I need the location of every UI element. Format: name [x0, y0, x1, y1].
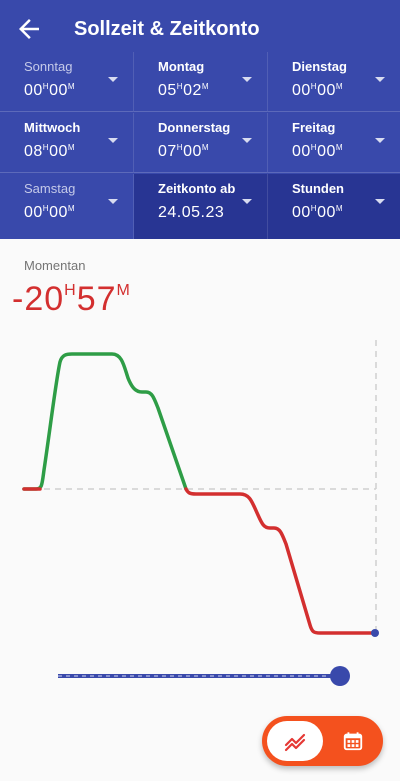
stunden-value: 00H00M — [292, 204, 344, 221]
day-label: Freitag — [292, 120, 336, 135]
balance-line-negative — [22, 487, 376, 635]
dropdown-arrow-icon — [242, 77, 252, 82]
day-select-dienstag[interactable]: Dienstag 00H00M — [268, 52, 400, 112]
zeitkonto-start-select[interactable]: Zeitkonto ab 24.05.23 — [134, 174, 268, 239]
zeitkonto-label: Zeitkonto ab — [158, 181, 236, 196]
back-arrow-icon[interactable] — [14, 14, 44, 44]
stunden-select[interactable]: Stunden 00H00M — [268, 174, 400, 239]
day-value: 08H00M — [24, 143, 76, 160]
dropdown-arrow-icon — [108, 199, 118, 204]
time-range-slider[interactable] — [0, 655, 400, 695]
day-label: Mittwoch — [24, 120, 81, 135]
stunden-label: Stunden — [292, 181, 344, 196]
day-select-sonntag[interactable]: Sonntag 00H00M — [0, 52, 134, 112]
day-select-freitag[interactable]: Freitag 00H00M — [268, 113, 400, 173]
day-label: Donnerstag — [158, 120, 231, 135]
slider-thumb — [330, 666, 350, 686]
balance-chart — [22, 340, 379, 637]
calendar-view-button[interactable] — [328, 721, 378, 761]
dropdown-arrow-icon — [242, 199, 252, 204]
dropdown-arrow-icon — [375, 138, 385, 143]
weekday-grid: Sonntag 00H00M Montag 05H02M Dienstag 00… — [0, 52, 400, 239]
day-value: 05H02M — [158, 82, 210, 99]
day-select-samstag[interactable]: Samstag 00H00M — [0, 174, 134, 239]
chart-view-button[interactable] — [267, 721, 323, 761]
dropdown-arrow-icon — [375, 77, 385, 82]
page-title: Sollzeit & Zeitkonto — [74, 18, 260, 40]
balance-line-positive — [22, 352, 188, 491]
momentan-label: Momentan — [24, 258, 86, 273]
day-label: Montag — [158, 59, 205, 74]
app-bar: Sollzeit & Zeitkonto — [0, 0, 400, 60]
dropdown-arrow-icon — [108, 138, 118, 143]
trend-icon — [284, 733, 306, 752]
view-toggle — [262, 716, 383, 766]
day-label: Dienstag — [292, 59, 347, 74]
dropdown-arrow-icon — [242, 138, 252, 143]
day-value: 07H00M — [158, 143, 210, 160]
day-label: Sonntag — [24, 59, 73, 74]
zeitkonto-value: 24.05.23 — [158, 204, 225, 221]
day-select-montag[interactable]: Montag 05H02M — [134, 52, 268, 112]
day-value: 00H00M — [24, 82, 76, 99]
day-select-mittwoch[interactable]: Mittwoch 08H00M — [0, 113, 134, 173]
calendar-icon — [343, 732, 363, 751]
chart-end-point — [371, 629, 379, 637]
momentan-value: -20H57M — [12, 280, 131, 318]
day-select-donnerstag[interactable]: Donnerstag 07H00M — [134, 113, 268, 173]
day-value: 00H00M — [292, 143, 344, 160]
day-value: 00H00M — [24, 204, 76, 221]
dropdown-arrow-icon — [375, 199, 385, 204]
day-label: Samstag — [24, 181, 76, 196]
day-value: 00H00M — [292, 82, 344, 99]
dropdown-arrow-icon — [108, 77, 118, 82]
